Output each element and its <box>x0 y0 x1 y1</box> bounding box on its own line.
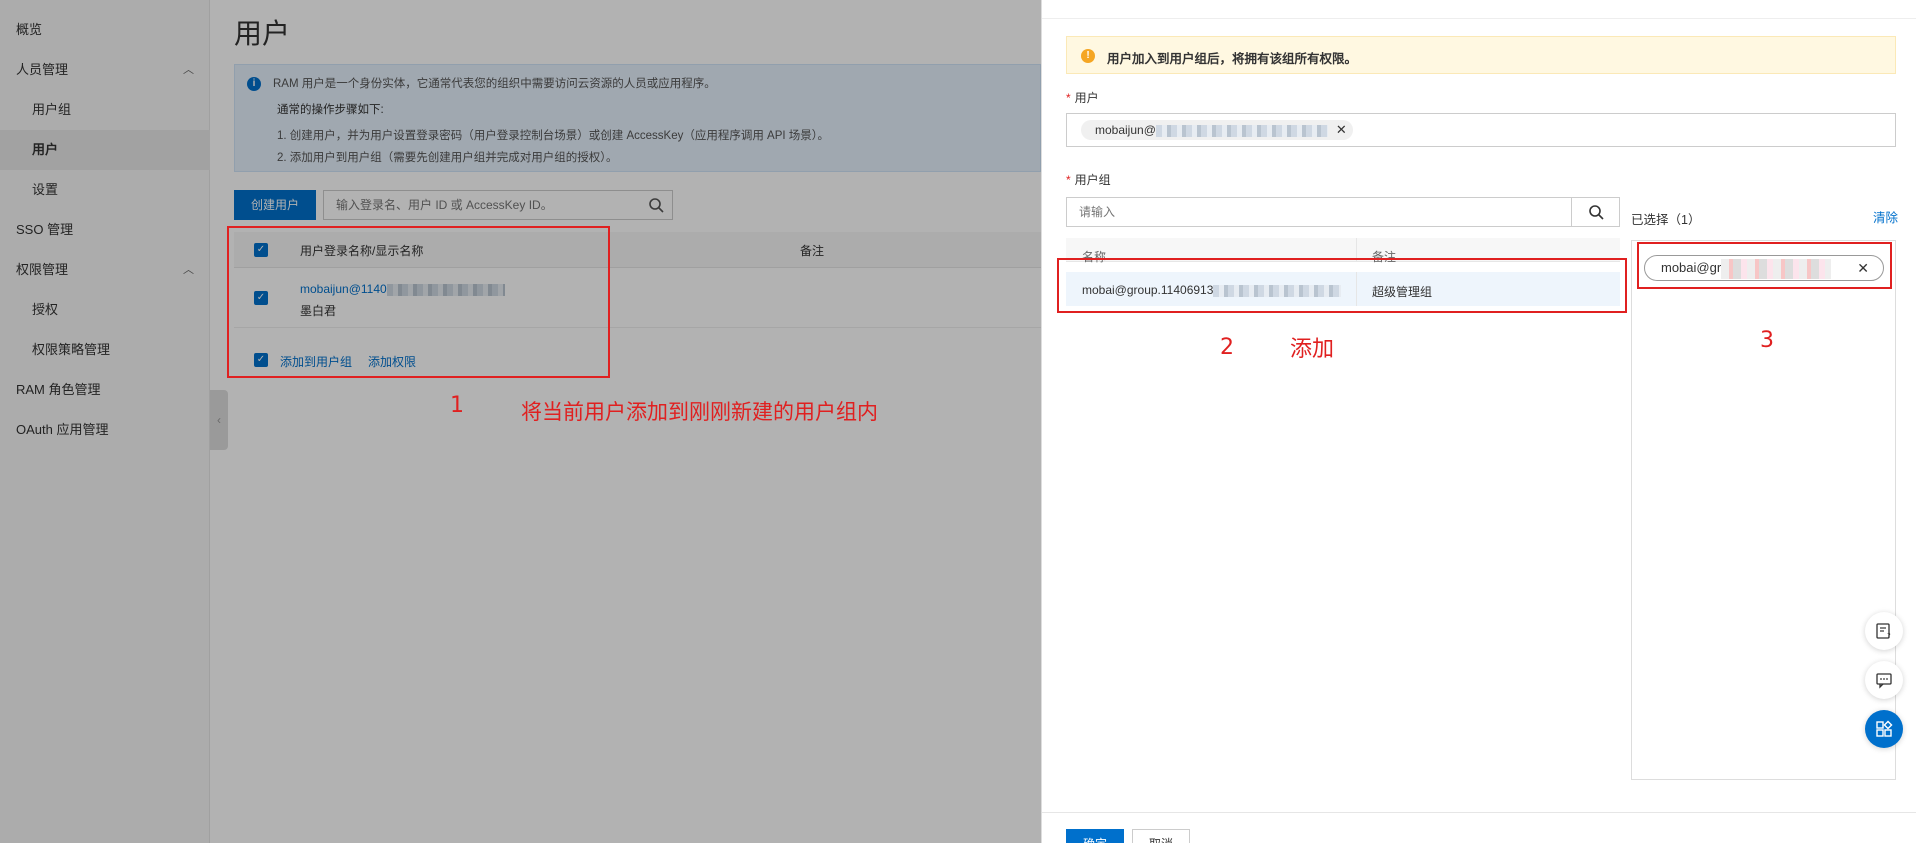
svg-text:?: ? <box>1887 632 1891 640</box>
user-tag-text: mobaijun@ <box>1095 123 1156 137</box>
warning-banner: ! 用户加入到用户组后，将拥有该组所有权限。 <box>1066 36 1896 74</box>
group-search-box[interactable] <box>1066 197 1620 227</box>
annotation-box-2 <box>1057 258 1627 313</box>
user-label-text: 用户 <box>1074 91 1099 105</box>
warning-text: 用户加入到用户组后，将拥有该组所有权限。 <box>1107 52 1358 66</box>
confirm-button[interactable]: 确定 <box>1066 829 1124 843</box>
required-marker: * <box>1066 173 1071 187</box>
required-marker: * <box>1066 91 1071 105</box>
group-search-button[interactable] <box>1571 198 1619 226</box>
search-icon <box>1588 205 1604 220</box>
annotation-box-1 <box>227 226 610 378</box>
warning-icon: ! <box>1081 49 1095 63</box>
remove-user-tag-icon[interactable]: ✕ <box>1336 122 1347 137</box>
add-to-group-drawer: ! 用户加入到用户组后，将拥有该组所有权限。 * 用户 mobaijun@ ✕ * 用… <box>1041 0 1916 843</box>
chat-float-button[interactable] <box>1865 661 1903 699</box>
drawer-footer: 确定 取消 <box>1042 812 1916 843</box>
user-tag: mobaijun@ ✕ <box>1081 120 1353 140</box>
group-label-text: 用户组 <box>1074 173 1111 187</box>
cancel-button[interactable]: 取消 <box>1132 829 1190 843</box>
chat-icon <box>1876 673 1892 689</box>
annotation-text-2: 添加 <box>1290 337 1335 362</box>
apps-float-button[interactable] <box>1865 710 1903 748</box>
group-search-input[interactable] <box>1067 198 1537 226</box>
annotation-box-3 <box>1637 242 1892 289</box>
annotation-number-3: 3 <box>1760 328 1774 353</box>
feedback-float-button[interactable]: ? <box>1865 612 1903 650</box>
user-field-label: * 用户 <box>1066 89 1099 106</box>
apps-grid-icon <box>1876 720 1893 737</box>
selected-groups-panel: mobai@gr ✕ <box>1631 240 1896 780</box>
annotation-text-1: 将当前用户添加到刚刚新建的用户组内 <box>521 400 878 424</box>
annotation-number-1: 1 <box>450 393 464 418</box>
group-field-label: * 用户组 <box>1066 171 1111 188</box>
selected-count-title: 已选择（1） <box>1631 213 1701 227</box>
annotation-number-2: 2 <box>1220 335 1234 360</box>
drawer-header-divider <box>1042 18 1916 19</box>
clear-selection-link[interactable]: 清除 <box>1873 207 1898 226</box>
document-question-icon: ? <box>1876 623 1891 640</box>
redacted-blur <box>1155 124 1328 137</box>
user-select-field[interactable]: mobaijun@ ✕ <box>1066 113 1896 147</box>
